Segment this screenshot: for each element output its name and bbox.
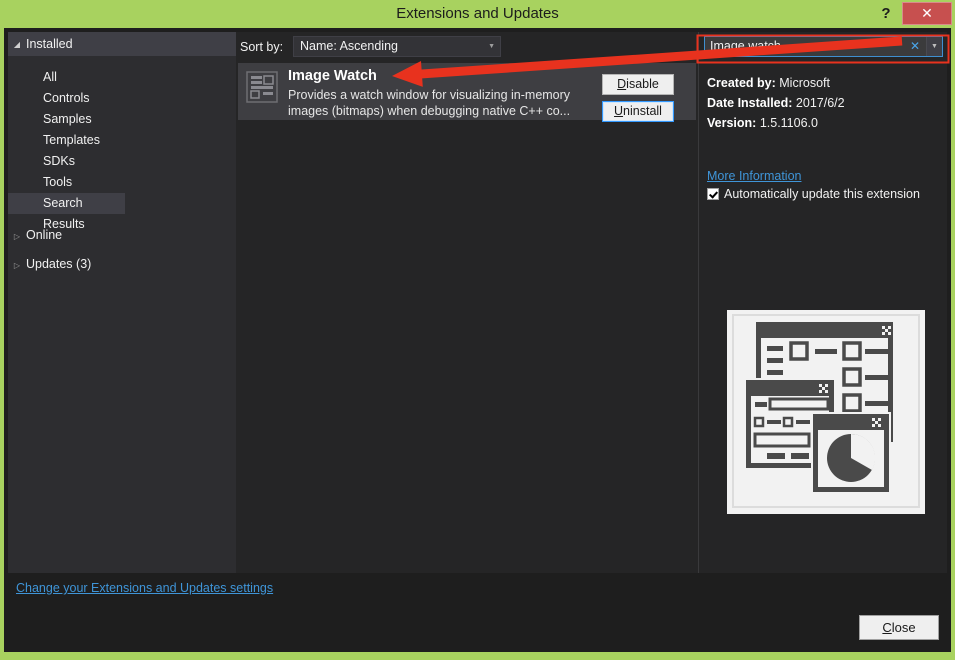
auto-update-checkbox[interactable]: Automatically update this extension bbox=[707, 187, 920, 201]
search-row: Image watch ✕ ▼ bbox=[699, 32, 948, 61]
sidebar-item-controls[interactable]: Controls bbox=[8, 88, 90, 109]
window-title: Extensions and Updates bbox=[396, 5, 559, 22]
sidebar-item-sdks[interactable]: SDKs bbox=[8, 151, 75, 172]
sidebar-header-installed[interactable]: ◢ Installed bbox=[8, 32, 236, 56]
disable-button-accel: D bbox=[617, 77, 627, 91]
search-input-value: Image watch bbox=[710, 39, 781, 53]
sidebar-header-label: Installed bbox=[26, 37, 73, 51]
sidebar-group-label: Updates (3) bbox=[26, 257, 92, 271]
date-installed-value: 2017/6/2 bbox=[795, 96, 845, 110]
sidebar-item-label: All bbox=[43, 70, 57, 84]
sidebar-item-tools[interactable]: Tools bbox=[8, 172, 72, 193]
sort-by-dropdown[interactable]: Name: Ascending ▼ bbox=[293, 36, 501, 57]
category-sidebar: ◢ Installed All Controls Samples Template… bbox=[8, 32, 236, 573]
sidebar-item-templates[interactable]: Templates bbox=[8, 130, 100, 151]
clear-search-icon[interactable]: ✕ bbox=[910, 37, 920, 56]
chevron-down-icon: ◢ bbox=[13, 40, 21, 49]
extension-preview-image bbox=[727, 310, 925, 514]
title-bar: Extensions and Updates ? ✕ bbox=[0, 0, 955, 28]
sidebar-item-label: Templates bbox=[43, 133, 100, 147]
extensions-and-updates-window: Extensions and Updates ? ✕ ◢ Installed Al… bbox=[0, 0, 955, 660]
version-label: Version: bbox=[707, 116, 757, 130]
uninstall-button-label: ninstall bbox=[623, 104, 662, 118]
uninstall-button[interactable]: Uninstall bbox=[602, 101, 674, 122]
sidebar-item-label: Samples bbox=[43, 112, 92, 126]
help-button[interactable]: ? bbox=[874, 2, 898, 26]
sidebar-item-label: Tools bbox=[43, 175, 73, 189]
close-button[interactable]: Close bbox=[859, 615, 939, 640]
disable-button[interactable]: Disable bbox=[602, 74, 674, 95]
chevron-right-icon: ▷ bbox=[13, 261, 21, 270]
search-input[interactable]: Image watch ✕ ▼ bbox=[704, 36, 943, 57]
disable-button-label: isable bbox=[626, 77, 659, 91]
version-value: 1.5.1106.0 bbox=[759, 116, 818, 130]
sidebar-item-label: Controls bbox=[43, 91, 90, 105]
more-information-link[interactable]: More Information bbox=[707, 169, 801, 183]
sidebar-item-label: SDKs bbox=[43, 154, 75, 168]
sidebar-group-online[interactable]: ▷ Online bbox=[8, 224, 236, 246]
sort-bar: Sort by: Name: Ascending ▼ bbox=[236, 32, 698, 61]
created-by-value: Microsoft bbox=[779, 76, 830, 90]
auto-update-label: Automatically update this extension bbox=[724, 187, 920, 201]
close-button-accel: C bbox=[882, 620, 892, 635]
close-button-label: lose bbox=[891, 620, 916, 635]
sidebar-item-search-results[interactable]: Search Results bbox=[8, 193, 125, 231]
created-by-row: Created by: Microsoft bbox=[707, 76, 830, 90]
sort-by-label: Sort by: bbox=[240, 40, 284, 54]
checkbox-checked-icon bbox=[707, 188, 719, 200]
dialog-client-area: ◢ Installed All Controls Samples Template… bbox=[4, 28, 951, 652]
version-row: Version: 1.5.1106.0 bbox=[707, 116, 818, 130]
sidebar-item-all[interactable]: All bbox=[8, 67, 57, 88]
date-installed-row: Date Installed: 2017/6/2 bbox=[707, 96, 845, 110]
extension-name: Image Watch bbox=[288, 68, 377, 84]
uninstall-button-accel: U bbox=[614, 104, 624, 118]
sort-by-value: Name: Ascending bbox=[300, 39, 398, 53]
sidebar-group-label: Online bbox=[26, 228, 63, 242]
extension-description: Provides a watch window for visualizing … bbox=[288, 88, 571, 118]
chevron-down-icon: ▼ bbox=[488, 43, 495, 50]
extensions-settings-link[interactable]: Change your Extensions and Updates setti… bbox=[16, 581, 273, 595]
sidebar-item-samples[interactable]: Samples bbox=[8, 109, 92, 130]
extension-list-item[interactable]: Image Watch Provides a watch window for … bbox=[238, 63, 696, 122]
sidebar-group-updates[interactable]: ▷ Updates (3) bbox=[8, 253, 236, 275]
extension-details-pane: Image watch ✕ ▼ Created by: Microsoft Da… bbox=[698, 32, 947, 573]
date-installed-label: Date Installed: bbox=[707, 96, 793, 110]
created-by-label: Created by: bbox=[707, 76, 776, 90]
chevron-right-icon: ▷ bbox=[13, 232, 21, 241]
extension-tile-icon bbox=[246, 71, 278, 103]
search-scope-dropdown-icon[interactable]: ▼ bbox=[926, 37, 942, 56]
extension-list-pane: Sort by: Name: Ascending ▼ Image Watch P… bbox=[236, 32, 698, 573]
close-window-button[interactable]: ✕ bbox=[902, 2, 952, 25]
